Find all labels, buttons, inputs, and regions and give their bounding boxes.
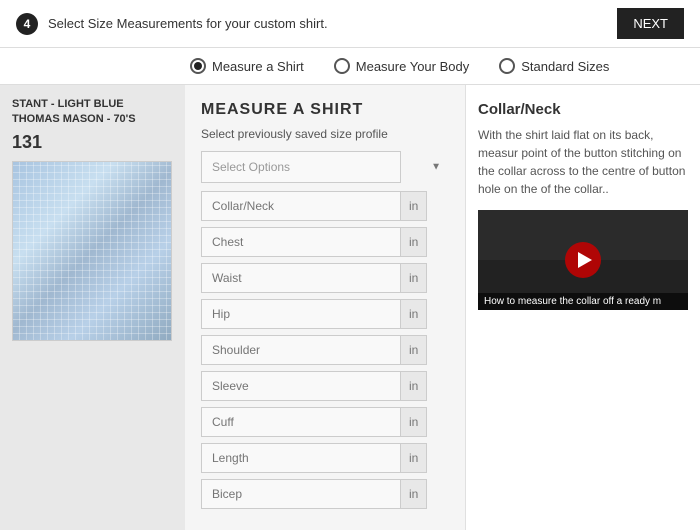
radio-tabs: Measure a Shirt Measure Your Body Standa…	[0, 48, 700, 85]
measurement-field-row: in	[201, 227, 449, 257]
input-sleeve[interactable]	[201, 371, 401, 401]
radio-measure-shirt-outer	[190, 58, 206, 74]
input-hip[interactable]	[201, 299, 401, 329]
measurement-field-row: in	[201, 335, 449, 365]
unit-label: in	[401, 443, 427, 473]
step-circle: 4	[16, 13, 38, 35]
size-profile-select-wrapper: Select Options ▼	[201, 151, 449, 183]
size-profile-select[interactable]: Select Options	[201, 151, 401, 183]
video-label: How to measure the collar off a ready m	[478, 293, 688, 310]
tab-standard-sizes[interactable]: Standard Sizes	[499, 58, 609, 74]
tab-measure-body[interactable]: Measure Your Body	[334, 58, 469, 74]
unit-label: in	[401, 479, 427, 509]
select-arrow-icon: ▼	[431, 162, 441, 173]
measurement-field-row: in	[201, 443, 449, 473]
play-icon	[578, 252, 592, 268]
product-num: 131	[12, 132, 173, 153]
unit-label: in	[401, 227, 427, 257]
unit-label: in	[401, 299, 427, 329]
unit-label: in	[401, 371, 427, 401]
sidebar: STANT - LIGHT BLUE THOMAS MASON - 70'S 1…	[0, 85, 185, 530]
measurement-field-row: in	[201, 299, 449, 329]
input-shoulder[interactable]	[201, 335, 401, 365]
input-collar-neck[interactable]	[201, 191, 401, 221]
section-subtitle: Select previously saved size profile	[201, 127, 449, 141]
radio-measure-body-outer	[334, 58, 350, 74]
top-bar-instruction: Select Size Measurements for your custom…	[48, 16, 607, 31]
unit-label: in	[401, 191, 427, 221]
measurement-field-row: in	[201, 191, 449, 221]
next-button[interactable]: NEXT	[617, 8, 684, 39]
play-button[interactable]	[565, 242, 601, 278]
tab-measure-body-label: Measure Your Body	[356, 59, 469, 74]
input-cuff[interactable]	[201, 407, 401, 437]
main-layout: STANT - LIGHT BLUE THOMAS MASON - 70'S 1…	[0, 85, 700, 530]
radio-standard-outer	[499, 58, 515, 74]
tab-standard-label: Standard Sizes	[521, 59, 609, 74]
measurement-fields: in in in in in in in in in	[201, 191, 449, 509]
top-bar: 4 Select Size Measurements for your cust…	[0, 0, 700, 48]
measurement-field-row: in	[201, 407, 449, 437]
unit-label: in	[401, 335, 427, 365]
right-panel: Collar/Neck With the shirt laid flat on …	[465, 85, 700, 530]
measurement-field-row: in	[201, 479, 449, 509]
input-waist[interactable]	[201, 263, 401, 293]
tab-measure-shirt-label: Measure a Shirt	[212, 59, 304, 74]
video-thumbnail[interactable]: How to measure the collar off a ready m	[478, 210, 688, 310]
measure-shirt-content: MEASURE A SHIRT Select previously saved …	[185, 85, 465, 530]
input-bicep[interactable]	[201, 479, 401, 509]
section-title: MEASURE A SHIRT	[201, 101, 449, 119]
radio-measure-shirt-inner	[194, 62, 202, 70]
measurement-field-row: in	[201, 371, 449, 401]
collar-title: Collar/Neck	[478, 101, 688, 118]
product-name: STANT - LIGHT BLUE THOMAS MASON - 70'S	[12, 97, 173, 128]
collar-description: With the shirt laid flat on its back, me…	[478, 126, 688, 198]
tab-measure-shirt[interactable]: Measure a Shirt	[190, 58, 304, 74]
measurement-field-row: in	[201, 263, 449, 293]
input-chest[interactable]	[201, 227, 401, 257]
unit-label: in	[401, 263, 427, 293]
unit-label: in	[401, 407, 427, 437]
product-image	[12, 161, 172, 341]
input-length[interactable]	[201, 443, 401, 473]
